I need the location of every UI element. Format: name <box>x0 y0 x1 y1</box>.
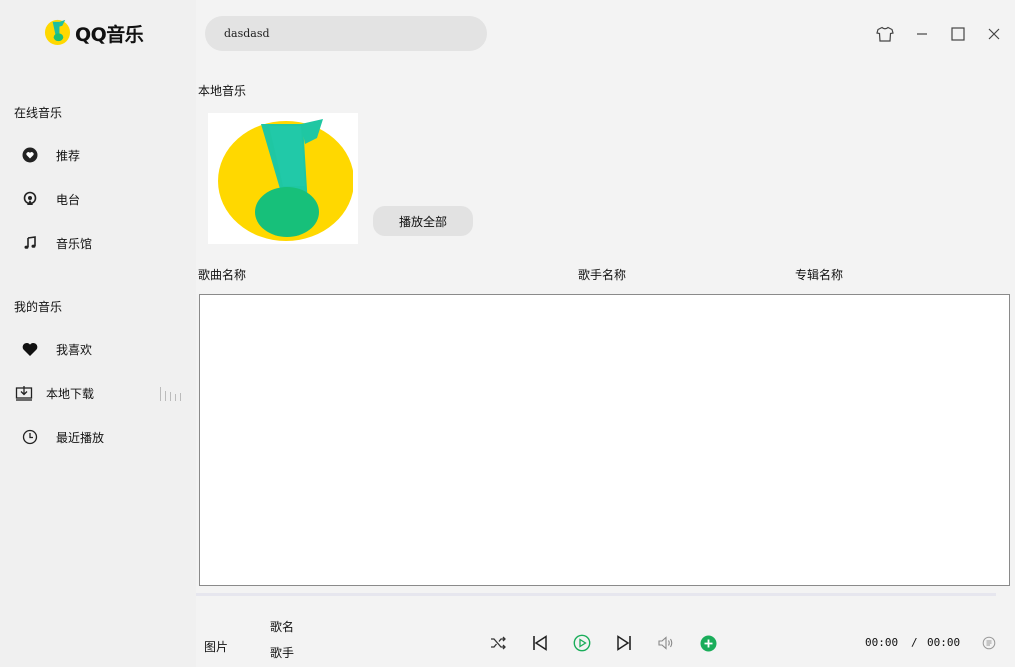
playlist-icon[interactable] <box>978 632 1000 654</box>
app-logo[interactable]: QQ音乐 <box>44 18 144 48</box>
shuffle-icon[interactable] <box>487 632 509 654</box>
play-icon[interactable] <box>571 632 593 654</box>
add-to-playlist-icon[interactable] <box>697 632 719 654</box>
qq-music-cover-icon <box>218 118 353 241</box>
sidebar-item-label: 最近播放 <box>56 430 105 445</box>
volume-icon[interactable] <box>655 632 677 654</box>
main-panel: dasdasd 本地音乐 播放全部 歌曲名称 歌手名称 专辑名称 图片 歌名 歌… <box>196 0 1015 667</box>
sidebar-item-music-hall[interactable]: 音乐馆 <box>20 228 190 258</box>
column-header-artist[interactable]: 歌手名称 <box>578 266 626 283</box>
minimize-icon[interactable] <box>912 24 932 44</box>
playing-indicator-icon <box>160 387 181 401</box>
next-track-icon[interactable] <box>613 632 635 654</box>
play-all-button[interactable]: 播放全部 <box>373 206 473 236</box>
time-separator: / <box>911 636 918 649</box>
sidebar-item-label: 电台 <box>56 192 81 207</box>
search-input-value: dasdasd <box>224 27 270 40</box>
section-title-online: 在线音乐 <box>14 106 63 120</box>
section-title-mine: 我的音乐 <box>14 300 63 314</box>
close-icon[interactable] <box>984 24 1004 44</box>
sidebar-item-label: 我喜欢 <box>56 342 93 357</box>
album-cover <box>208 113 358 244</box>
sidebar-item-local-download[interactable]: 本地下载 <box>14 378 184 408</box>
sidebar-item-label: 音乐馆 <box>56 236 93 251</box>
heart-circle-icon <box>20 145 40 165</box>
page-title: 本地音乐 <box>198 84 247 98</box>
sidebar-item-recommend[interactable]: 推荐 <box>20 140 190 170</box>
now-playing-artist: 歌手 <box>270 646 295 660</box>
download-icon <box>14 383 34 403</box>
previous-track-icon[interactable] <box>529 632 551 654</box>
app-name: QQ音乐 <box>75 23 144 46</box>
clock-icon <box>20 427 40 447</box>
song-list-table[interactable] <box>199 294 1010 586</box>
sidebar-item-favorites[interactable]: 我喜欢 <box>20 334 190 364</box>
sidebar-item-label: 推荐 <box>56 148 81 163</box>
search-input[interactable]: dasdasd <box>205 16 487 51</box>
heart-icon <box>20 339 40 359</box>
now-playing-song: 歌名 <box>270 620 295 634</box>
sidebar: QQ音乐 在线音乐 推荐 电台 音乐馆 我的音乐 我喜欢 本地下载 最近播放 <box>0 0 196 667</box>
sidebar-item-label: 本地下载 <box>46 386 95 401</box>
column-header-album[interactable]: 专辑名称 <box>795 266 843 283</box>
current-time: 00:00 <box>865 636 899 649</box>
maximize-icon[interactable] <box>948 24 968 44</box>
skin-icon[interactable] <box>875 24 895 44</box>
total-time: 00:00 <box>927 636 961 649</box>
sidebar-item-recent[interactable]: 最近播放 <box>20 422 190 452</box>
qq-music-logo-icon <box>44 18 71 48</box>
music-note-icon <box>20 233 40 253</box>
sidebar-item-radio[interactable]: 电台 <box>20 184 190 214</box>
now-playing-picture: 图片 <box>204 640 229 654</box>
column-header-song[interactable]: 歌曲名称 <box>198 266 246 283</box>
radio-icon <box>20 189 40 209</box>
playback-progress-bar[interactable] <box>196 593 996 596</box>
